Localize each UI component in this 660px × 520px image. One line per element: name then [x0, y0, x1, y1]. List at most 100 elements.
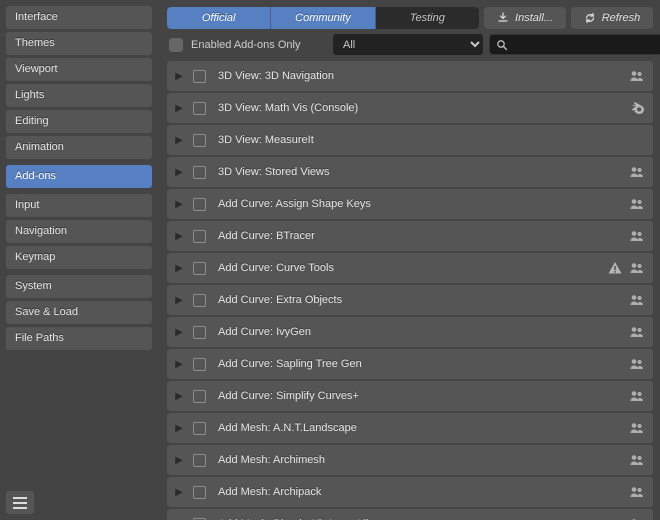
refresh-icon — [584, 12, 596, 24]
addon-enable-checkbox[interactable] — [193, 454, 206, 467]
hamburger-menu[interactable] — [6, 491, 34, 514]
community-icon — [629, 484, 645, 500]
warning-icon — [607, 260, 623, 276]
expand-triangle-icon[interactable]: ▶ — [173, 327, 185, 338]
addon-icons — [607, 260, 645, 276]
addon-icons — [629, 196, 645, 212]
addon-row: ▶ Add Curve: Simplify Curves+ — [167, 381, 653, 411]
search-input-wrap[interactable] — [489, 34, 660, 55]
sidebar-item-lights[interactable]: Lights — [6, 84, 152, 107]
community-icon — [629, 292, 645, 308]
sidebar-item-save-load[interactable]: Save & Load — [6, 301, 152, 324]
addon-row: ▶3D View: MeasureIt — [167, 125, 653, 155]
addon-icons — [629, 420, 645, 436]
addon-icons — [629, 68, 645, 84]
addon-icons — [629, 388, 645, 404]
addon-enable-checkbox[interactable] — [193, 70, 206, 83]
refresh-button[interactable]: Refresh — [571, 7, 653, 29]
addon-icons — [629, 516, 645, 520]
expand-triangle-icon[interactable]: ▶ — [173, 423, 185, 434]
addon-row: ▶Add Curve: Curve Tools — [167, 253, 653, 283]
enabled-addons-only-toggle[interactable]: Enabled Add-ons Only — [167, 38, 327, 52]
install-button[interactable]: Install... — [484, 7, 566, 29]
addon-enable-checkbox[interactable] — [193, 230, 206, 243]
addon-name: Add Curve: Sapling Tree Gen — [214, 358, 621, 370]
expand-triangle-icon[interactable]: ▶ — [173, 263, 185, 274]
addon-name: Add Mesh: Archipack — [214, 486, 621, 498]
expand-triangle-icon[interactable]: ▶ — [173, 295, 185, 306]
addon-name: Add Curve: Extra Objects — [214, 294, 621, 306]
addon-row: ▶ 3D View: 3D Navigation — [167, 61, 653, 91]
filterbar: Enabled Add-ons Only All — [160, 34, 660, 61]
addon-row: ▶ Add Mesh: A.N.T.Landscape — [167, 413, 653, 443]
addon-enable-checkbox[interactable] — [193, 102, 206, 115]
sidebar-item-animation[interactable]: Animation — [6, 136, 152, 159]
expand-triangle-icon[interactable]: ▶ — [173, 199, 185, 210]
sidebar-item-keymap[interactable]: Keymap — [6, 246, 152, 269]
addon-name: Add Curve: IvyGen — [214, 326, 621, 338]
sidebar-item-themes[interactable]: Themes — [6, 32, 152, 55]
community-icon — [629, 388, 645, 404]
support-official[interactable]: Official — [167, 7, 271, 29]
addon-name: 3D View: Stored Views — [214, 166, 621, 178]
addon-row: ▶ Add Curve: Sapling Tree Gen — [167, 349, 653, 379]
support-level-toggle: Official Community Testing — [167, 7, 479, 29]
search-input[interactable] — [514, 39, 656, 51]
support-community[interactable]: Community — [271, 7, 375, 29]
main: Official Community Testing Install... Re… — [160, 0, 660, 520]
addon-name: Add Mesh: A.N.T.Landscape — [214, 422, 621, 434]
addon-list: ▶3D View: 3D Navigation▶3D View: Math Vi… — [160, 61, 660, 520]
addon-icons — [629, 484, 645, 500]
addon-icons — [629, 324, 645, 340]
sidebar-item-add-ons[interactable]: Add-ons — [6, 165, 152, 188]
sidebar-item-file-paths[interactable]: File Paths — [6, 327, 152, 350]
expand-triangle-icon[interactable]: ▶ — [173, 231, 185, 242]
sidebar-item-system[interactable]: System — [6, 275, 152, 298]
addon-row: ▶Add Curve: Assign Shape Keys — [167, 189, 653, 219]
addon-enable-checkbox[interactable] — [193, 390, 206, 403]
category-select[interactable]: All — [333, 34, 483, 55]
addon-name: Add Curve: Simplify Curves+ — [214, 390, 621, 402]
addon-row: ▶ Add Mesh: Archipack — [167, 477, 653, 507]
expand-triangle-icon[interactable]: ▶ — [173, 391, 185, 402]
addon-enable-checkbox[interactable] — [193, 166, 206, 179]
download-icon — [497, 12, 509, 24]
addon-enable-checkbox[interactable] — [193, 134, 206, 147]
addon-name: Add Curve: BTracer — [214, 230, 621, 242]
addon-enable-checkbox[interactable] — [193, 358, 206, 371]
addon-enable-checkbox[interactable] — [193, 294, 206, 307]
expand-triangle-icon[interactable]: ▶ — [173, 71, 185, 82]
sidebar-item-navigation[interactable]: Navigation — [6, 220, 152, 243]
search-icon — [496, 39, 508, 51]
community-icon — [629, 516, 645, 520]
addon-enable-checkbox[interactable] — [193, 262, 206, 275]
checkbox-icon — [169, 38, 183, 52]
community-icon — [629, 260, 645, 276]
addon-row: ▶Add Mesh: BlenderKit Asset Library — [167, 509, 653, 520]
community-icon — [629, 228, 645, 244]
addon-enable-checkbox[interactable] — [193, 422, 206, 435]
expand-triangle-icon[interactable]: ▶ — [173, 359, 185, 370]
sidebar-item-viewport[interactable]: Viewport — [6, 58, 152, 81]
addon-name: 3D View: 3D Navigation — [214, 70, 621, 82]
expand-triangle-icon[interactable]: ▶ — [173, 167, 185, 178]
addon-enable-checkbox[interactable] — [193, 326, 206, 339]
support-testing[interactable]: Testing — [376, 7, 479, 29]
expand-triangle-icon[interactable]: ▶ — [173, 103, 185, 114]
addon-enable-checkbox[interactable] — [193, 198, 206, 211]
addon-enable-checkbox[interactable] — [193, 486, 206, 499]
expand-triangle-icon[interactable]: ▶ — [173, 455, 185, 466]
expand-triangle-icon[interactable]: ▶ — [173, 135, 185, 146]
sidebar-item-input[interactable]: Input — [6, 194, 152, 217]
sidebar-item-interface[interactable]: Interface — [6, 6, 152, 29]
expand-triangle-icon[interactable]: ▶ — [173, 487, 185, 498]
addon-icons — [629, 164, 645, 180]
community-icon — [629, 356, 645, 372]
sidebar: Interface Themes Viewport Lights Editing Anim… — [0, 0, 160, 520]
community-icon — [629, 164, 645, 180]
addon-icons — [629, 452, 645, 468]
community-icon — [629, 68, 645, 84]
sidebar-item-editing[interactable]: Editing — [6, 110, 152, 133]
community-icon — [629, 196, 645, 212]
community-icon — [629, 420, 645, 436]
